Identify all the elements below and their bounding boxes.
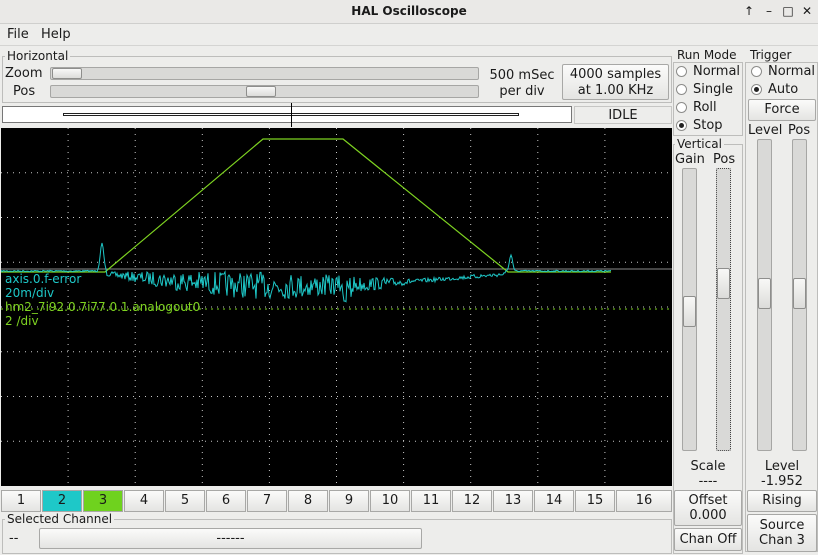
- menu-help[interactable]: Help: [41, 27, 71, 42]
- selected-channel-label: Selected Channel: [5, 512, 115, 526]
- trigger-auto-radio[interactable]: Auto: [751, 82, 815, 98]
- radio-label: Normal: [768, 64, 816, 79]
- radio-label: Single: [693, 82, 733, 97]
- trigger-level-readout: Level -1.952: [761, 459, 803, 489]
- vertical-scale-readout: Scale ----: [690, 459, 726, 489]
- vertical-gain-label: Gain: [675, 152, 705, 167]
- selected-channel-name-button[interactable]: ------: [39, 528, 422, 549]
- vertical-offset-button[interactable]: Offset 0.000: [674, 490, 742, 526]
- run-mode-roll-radio[interactable]: Roll: [676, 100, 740, 116]
- keep-above-icon[interactable]: ↑: [741, 3, 757, 19]
- minimize-icon[interactable]: –: [761, 3, 777, 19]
- trigger-level-label: Level: [748, 123, 783, 138]
- zoom-slider-thumb[interactable]: [52, 68, 82, 79]
- ch3-name-label: hm2_7i92.0.7i77.0.1.analogout0: [5, 300, 201, 314]
- close-icon[interactable]: ✕: [799, 3, 815, 19]
- radio-indicator: [751, 84, 762, 95]
- force-button[interactable]: Force: [748, 99, 816, 121]
- trigger-edge-button[interactable]: Rising: [747, 490, 817, 512]
- trigger-normal-radio[interactable]: Normal: [751, 64, 815, 80]
- vertical-gain-slider[interactable]: [682, 168, 697, 451]
- vertical-pos-slider[interactable]: [716, 168, 731, 451]
- record-position-bar[interactable]: [2, 103, 572, 127]
- trigger-label: Trigger: [748, 48, 794, 62]
- channel-button-14[interactable]: 14: [534, 490, 574, 512]
- radio-indicator: [676, 102, 687, 113]
- radio-label: Auto: [768, 82, 799, 97]
- chan-off-button[interactable]: Chan Off: [674, 528, 742, 551]
- run-mode-label: Run Mode: [675, 48, 739, 62]
- maximize-icon[interactable]: □: [780, 3, 796, 19]
- channel-button-5[interactable]: 5: [165, 490, 205, 512]
- channel-button-10[interactable]: 10: [370, 490, 410, 512]
- title-bar: HAL Oscilloscope ↑ – □ ✕: [0, 0, 818, 24]
- horizontal-label: Horizontal: [5, 49, 71, 63]
- run-mode-stop-radio[interactable]: Stop: [676, 118, 740, 134]
- trigger-level-thumb[interactable]: [758, 278, 771, 309]
- ch2-scale-label: 20m/div: [5, 286, 55, 300]
- ch3-scale-label: 2 /div: [5, 314, 39, 328]
- zoom-label: Zoom: [5, 66, 43, 81]
- radio-indicator: [676, 120, 687, 131]
- scope-display[interactable]: axis.0.f-error 20m/div hm2_7i92.0.7i77.0…: [1, 128, 672, 486]
- time-per-div: 500 mSec per div: [489, 68, 555, 99]
- channel-button-6[interactable]: 6: [206, 490, 246, 512]
- trigger-source-button[interactable]: Source Chan 3: [747, 514, 817, 552]
- radio-indicator: [676, 66, 687, 77]
- selected-channel-number: --: [9, 531, 19, 546]
- channel-button-13[interactable]: 13: [493, 490, 533, 512]
- channel-button-1[interactable]: 1: [1, 490, 41, 512]
- trigger-pos-thumb[interactable]: [793, 278, 806, 309]
- acquisition-state: IDLE: [574, 106, 672, 124]
- radio-indicator: [676, 84, 687, 95]
- channel-button-2[interactable]: 2: [42, 490, 82, 512]
- vertical-gain-thumb[interactable]: [683, 296, 696, 327]
- channel-button-7[interactable]: 7: [247, 490, 287, 512]
- ch2-name-label: axis.0.f-error: [5, 272, 82, 286]
- radio-label: Normal: [693, 64, 741, 79]
- channel-button-3[interactable]: 3: [83, 490, 123, 512]
- radio-label: Stop: [693, 118, 723, 133]
- channel-button-8[interactable]: 8: [288, 490, 328, 512]
- channel-button-11[interactable]: 11: [411, 490, 451, 512]
- ch3-trace: [1, 138, 611, 273]
- radio-label: Roll: [693, 100, 717, 115]
- channel-button-4[interactable]: 4: [124, 490, 164, 512]
- window-title: HAL Oscilloscope: [351, 4, 467, 18]
- vertical-pos-thumb[interactable]: [717, 268, 730, 299]
- trigger-pos-slider[interactable]: [792, 139, 807, 451]
- pos-label: Pos: [13, 84, 36, 99]
- run-mode-single-radio[interactable]: Single: [676, 82, 740, 98]
- trigger-pos-label: Pos: [788, 123, 811, 138]
- channel-button-9[interactable]: 9: [329, 490, 369, 512]
- vertical-pos-label: Pos: [713, 152, 736, 167]
- radio-indicator: [751, 66, 762, 77]
- run-mode-normal-radio[interactable]: Normal: [676, 64, 740, 80]
- vertical-label: Vertical: [675, 137, 724, 151]
- trigger-level-slider[interactable]: [757, 139, 772, 451]
- channel-button-16[interactable]: 16: [616, 490, 672, 512]
- menu-bar: File Help: [0, 24, 818, 46]
- pos-slider-thumb[interactable]: [246, 86, 276, 97]
- menu-file[interactable]: File: [7, 27, 29, 42]
- trigger-marker: [291, 103, 292, 127]
- channel-button-12[interactable]: 12: [452, 490, 492, 512]
- zoom-slider[interactable]: [50, 67, 479, 80]
- channel-button-15[interactable]: 15: [575, 490, 615, 512]
- pos-slider[interactable]: [50, 85, 479, 98]
- sample-rate-button[interactable]: 4000 samples at 1.00 KHz: [562, 64, 669, 100]
